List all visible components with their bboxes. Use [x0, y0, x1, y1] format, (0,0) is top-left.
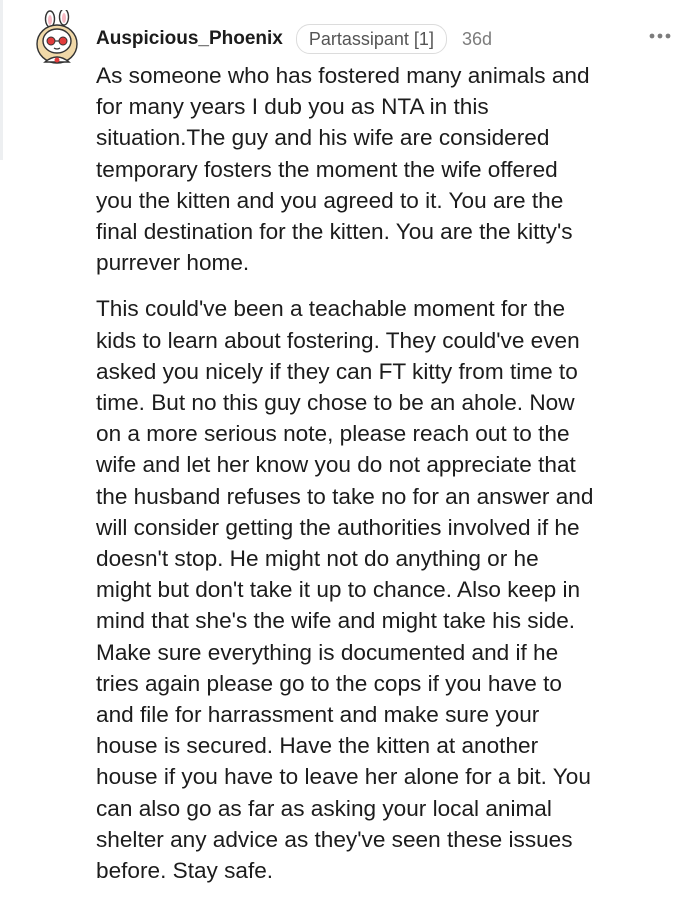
snoo-avatar-icon[interactable]	[33, 8, 85, 66]
comment-paragraph-1: As someone who has fostered many animals…	[96, 63, 590, 276]
comment-meta: Auspicious_Phoenix Partassipant [1] 36d	[96, 23, 492, 55]
user-flair-badge[interactable]: Partassipant [1]	[295, 24, 447, 54]
comment-age: 36d	[461, 28, 492, 49]
username-link[interactable]: Auspicious_Phoenix	[96, 28, 283, 50]
comment-body: As someone who has fostered many animals…	[96, 60, 696, 901]
thread-line	[0, 0, 3, 160]
more-options-icon[interactable]	[646, 24, 676, 48]
comment-paragraph-2: This could've been a teachable moment fo…	[96, 296, 594, 884]
